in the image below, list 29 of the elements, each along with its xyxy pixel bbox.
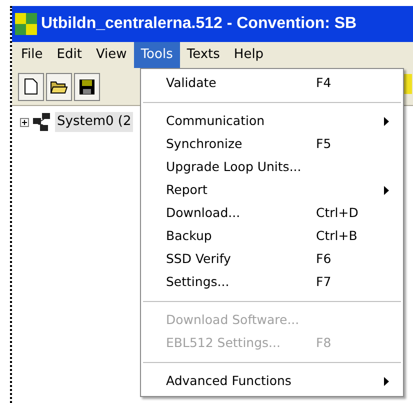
menu-item[interactable]: Tools: [134, 42, 180, 68]
new-file-button[interactable]: [18, 72, 44, 100]
folder-icon: [50, 79, 68, 94]
tree-item[interactable]: System0 (2: [55, 112, 134, 132]
menu-entry[interactable]: Upgrade Loop Units...: [141, 156, 403, 179]
menu-entry[interactable]: Advanced Functions: [141, 370, 403, 393]
menu-entry[interactable]: Backup Ctrl+B: [141, 225, 403, 248]
open-button[interactable]: [46, 72, 72, 100]
save-button[interactable]: [74, 72, 100, 100]
menu-item[interactable]: File: [14, 42, 50, 68]
menu-item[interactable]: View: [88, 42, 134, 68]
menu-entry[interactable]: Download... Ctrl+D: [141, 202, 403, 225]
menu-entry[interactable]: SSD Verify F6: [141, 248, 403, 271]
menu-item[interactable]: Edit: [50, 42, 89, 68]
expand-toggle[interactable]: [20, 118, 29, 126]
submenu-arrow-icon: [384, 186, 389, 195]
app-logo-icon: [15, 13, 37, 35]
menu-item[interactable]: Texts: [180, 42, 227, 68]
window-title: Utbildn_centralerna.512 - Convention: SB: [41, 14, 357, 34]
menu-item[interactable]: Help: [226, 42, 271, 68]
menu-entry[interactable]: Synchronize F5: [141, 133, 403, 156]
blank-page-icon: [24, 78, 38, 95]
menu-entry[interactable]: Settings... F7: [141, 271, 403, 294]
menu-entry[interactable]: Validate F4: [141, 72, 403, 95]
submenu-arrow-icon: [384, 117, 389, 126]
menu-entry[interactable]: Report: [141, 179, 403, 202]
menu-entry[interactable]: Communication: [141, 110, 403, 133]
network-icon: [32, 112, 52, 132]
submenu-arrow-icon: [384, 377, 389, 386]
